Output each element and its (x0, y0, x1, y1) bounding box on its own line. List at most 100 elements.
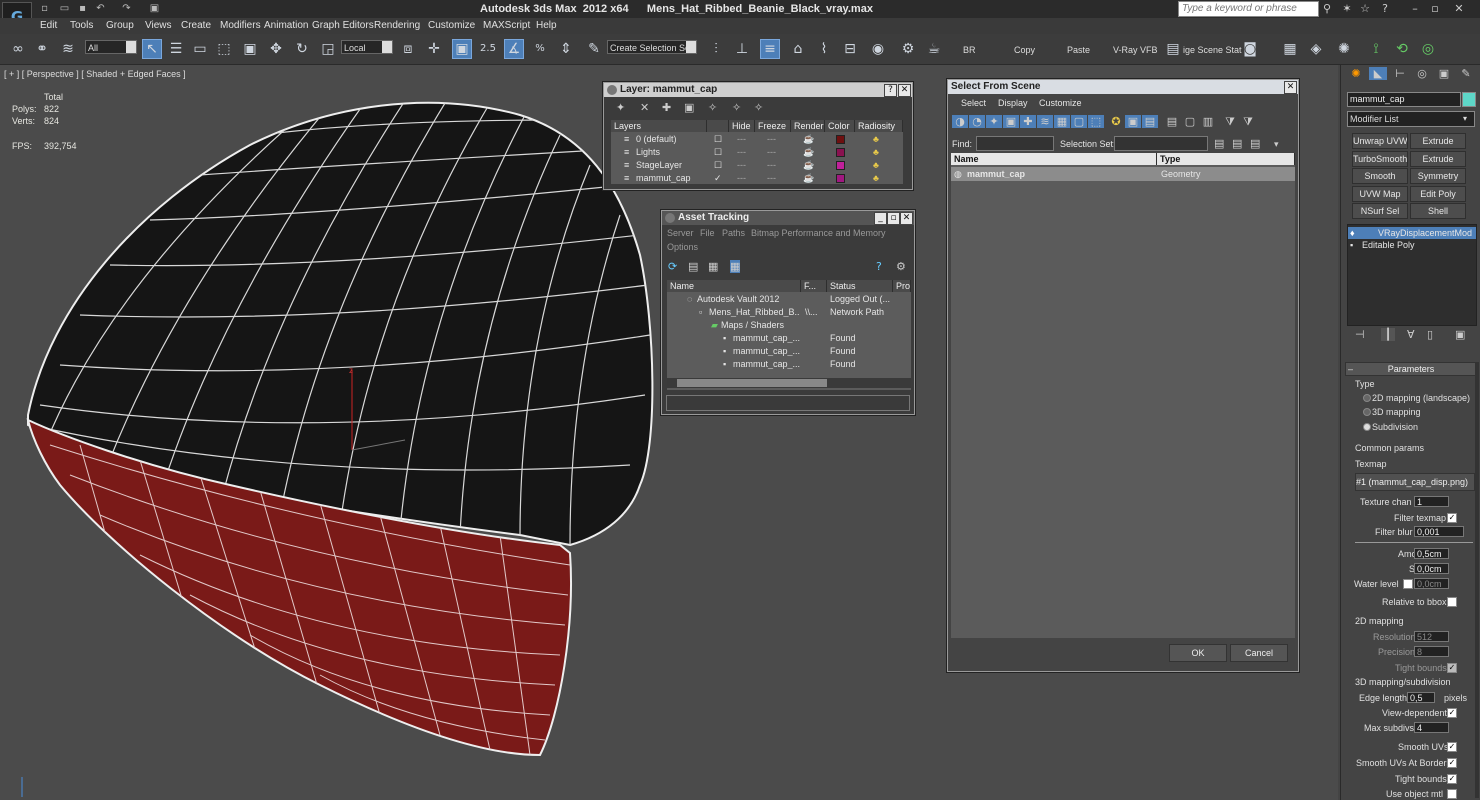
display-shapes-icon[interactable]: ◔ (969, 115, 985, 128)
layer-window-titlebar[interactable]: Layer: mammut_cap (604, 83, 912, 97)
menu-modifiers[interactable]: Modifiers (220, 20, 261, 31)
display-all-icon[interactable]: ✪ (1108, 115, 1124, 128)
open-file-icon[interactable]: ▭ (58, 2, 71, 15)
render-setup-icon[interactable]: ⚙ (898, 39, 918, 59)
bone-tool-icon[interactable]: ⟟ (1366, 39, 1386, 59)
layer-row-name[interactable]: mammut_cap (636, 173, 691, 183)
layer-manager-icon[interactable]: ≡ (760, 39, 780, 59)
col-name[interactable]: Name (667, 280, 801, 292)
minimize-icon[interactable]: – (1408, 2, 1422, 16)
selection-set-dropdown[interactable] (1114, 136, 1208, 151)
curve-editor-icon[interactable]: ⌇ (814, 39, 834, 59)
col-current[interactable] (707, 120, 729, 132)
display-none-icon[interactable]: ▣ (1125, 115, 1141, 128)
br-button[interactable]: BR (963, 45, 976, 55)
scale-icon[interactable]: ◲ (318, 39, 338, 59)
modifier-button-smooth[interactable]: Smooth (1352, 168, 1408, 184)
hide-toggle[interactable]: --- (737, 134, 746, 144)
display-spacewarps-icon[interactable]: ≋ (1037, 115, 1053, 128)
radiosity-icon[interactable]: ♣ (873, 134, 879, 144)
select-all-icon[interactable]: ▤ (1164, 115, 1180, 128)
menu-group[interactable]: Group (106, 20, 134, 31)
tight-bounds-3d-checkbox[interactable]: ✓ (1447, 774, 1457, 784)
manipulate-icon[interactable]: ✛ (424, 39, 444, 59)
select-object-icon[interactable]: ↖ (142, 39, 162, 59)
modifier-button-symmetry[interactable]: Symmetry (1410, 168, 1466, 184)
smooth-uvs-checkbox[interactable]: ✓ (1447, 742, 1457, 752)
subscription-icon[interactable]: ✶ (1340, 2, 1354, 16)
utilities-tab-icon[interactable]: ✎ (1457, 67, 1475, 80)
radio-subdivision-label[interactable]: Subdivision (1372, 422, 1418, 432)
tree-view-icon[interactable]: ▦ (708, 260, 718, 273)
modifier-button-uvw-map[interactable]: UVW Map (1352, 186, 1408, 202)
col-color[interactable]: Color (825, 120, 855, 132)
expand-arrow-icon[interactable]: ▾ (1274, 140, 1279, 150)
hide-toggle[interactable]: --- (737, 173, 746, 183)
modifier-list-dropdown[interactable]: Modifier List (1347, 111, 1475, 127)
resolution-spinner[interactable]: 512 (1414, 631, 1449, 642)
refresh-green-icon[interactable]: ⟲ (1392, 39, 1412, 59)
menu-graph-editors[interactable]: Graph Editors (312, 20, 374, 31)
modifier-button-edit-poly[interactable]: Edit Poly (1410, 186, 1466, 202)
find-input[interactable] (976, 136, 1054, 151)
menu-help[interactable]: Help (536, 20, 557, 31)
freeze-all-icon[interactable]: ✧ (754, 101, 763, 114)
modifier-button-unwrap-uvw[interactable]: Unwrap UVW (1352, 133, 1408, 149)
render-teapot-icon[interactable]: ☕ (803, 160, 814, 171)
graphite-ribbon-icon[interactable]: ⌂ (788, 39, 808, 59)
modifier-button-nsurf-sel[interactable]: NSurf Sel (1352, 203, 1408, 219)
vray-vfb-button[interactable]: V-Ray VFB (1113, 45, 1158, 55)
viewport-label[interactable]: [ + ] [ Perspective ] [ Shaded + Edged F… (4, 69, 186, 79)
lights-icon[interactable]: ✺ (1334, 39, 1354, 59)
stack-item-selected[interactable]: ♦ VRayDisplacementMod (1348, 227, 1476, 239)
search-input[interactable]: Type a keyword or phrase (1178, 1, 1319, 17)
motion-tab-icon[interactable]: ◎ (1413, 67, 1431, 80)
create-layer-icon[interactable]: ✦ (616, 101, 625, 114)
col-radiosity[interactable]: Radiosity (855, 120, 903, 132)
display-xrefs-icon[interactable]: ▢ (1071, 115, 1087, 128)
menu-maxscript[interactable]: MAXScript (483, 20, 530, 31)
current-layer-checkbox[interactable]: ☐ (714, 134, 722, 145)
select-menu-select[interactable]: Select (961, 98, 986, 108)
display-invert-icon[interactable]: ▤ (1142, 115, 1158, 128)
make-unique-icon[interactable]: ∀ (1407, 328, 1415, 341)
use-object-mtl-checkbox[interactable] (1447, 789, 1457, 799)
modify-tab-icon[interactable]: ◣ (1369, 67, 1387, 80)
object-color-swatch[interactable] (1462, 92, 1476, 107)
tight-bounds-checkbox[interactable]: ✓ (1447, 663, 1457, 673)
pin-stack-icon[interactable]: ⊣ (1355, 328, 1365, 341)
link-icon[interactable]: ∞ (8, 39, 28, 59)
keyboard-shortcut-icon[interactable]: ▣ (452, 39, 472, 59)
named-selection-dropdown[interactable]: Create Selection Se (607, 40, 697, 54)
move-icon[interactable]: ✥ (266, 39, 286, 59)
table-view-icon[interactable]: ▦ (730, 260, 741, 273)
maximize-button[interactable]: ▫ (887, 212, 900, 225)
precision-spinner[interactable]: 8 (1414, 646, 1449, 657)
light-bulb-icon[interactable]: ♦ (1350, 228, 1355, 238)
radio-3d-mapping[interactable] (1363, 408, 1371, 416)
render-teapot-icon[interactable]: ☕ (803, 147, 814, 158)
rect-region-icon[interactable]: ▭ (190, 39, 210, 59)
asset-row-name[interactable]: Autodesk Vault 2012 (697, 294, 779, 304)
add-to-layer-icon[interactable]: ✚ (662, 101, 671, 114)
modifier-button-turbosmooth[interactable]: TurboSmooth (1352, 151, 1408, 167)
asset-path-field[interactable] (666, 395, 910, 411)
menu-views[interactable]: Views (145, 20, 172, 31)
menu-customize[interactable]: Customize (428, 20, 475, 31)
panel-scrollbar[interactable] (1475, 362, 1479, 798)
reference-coord-dropdown[interactable]: Local (341, 40, 393, 54)
asset-menu-paths[interactable]: Paths (722, 228, 745, 238)
show-end-result-icon[interactable]: ┃ (1381, 328, 1395, 341)
layer-color-swatch[interactable] (836, 174, 845, 183)
current-layer-checkbox[interactable]: ☐ (714, 160, 722, 171)
ok-button[interactable]: OK (1169, 644, 1227, 662)
modifier-button-extrude-2[interactable]: Extrude (1410, 151, 1466, 167)
radio-3d-label[interactable]: 3D mapping (1372, 407, 1421, 417)
selset-edit-icon[interactable]: ▤ (1250, 137, 1260, 150)
col-status[interactable]: Status (827, 280, 893, 292)
close-icon[interactable]: ✕ (1452, 2, 1466, 16)
help-icon[interactable]: ? (876, 260, 882, 273)
snapshot-icon[interactable]: ◈ (1306, 39, 1326, 59)
freeze-toggle[interactable]: --- (767, 160, 776, 170)
select-none-icon[interactable]: ▢ (1182, 115, 1198, 128)
